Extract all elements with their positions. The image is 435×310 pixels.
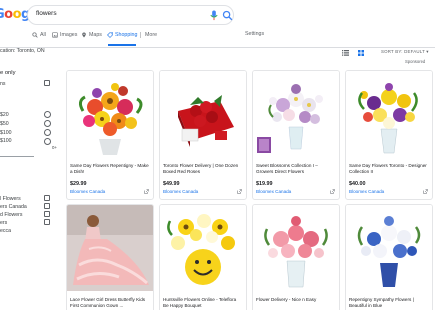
product-price: $49.99 (163, 181, 180, 187)
store-checkbox[interactable] (44, 203, 50, 209)
tab-images[interactable]: Images (52, 29, 77, 41)
product-title[interactable]: Toronto Flower Delivery | One Dozen Boxe… (163, 163, 243, 175)
product-image[interactable] (67, 205, 153, 291)
tab-more[interactable]: More (138, 29, 157, 41)
tab-shopping[interactable]: Shopping (107, 29, 137, 41)
location-label[interactable]: cation: Toronto, ON (0, 48, 45, 54)
price-radio[interactable] (44, 120, 51, 127)
product-price: $40.00 (349, 181, 366, 187)
filter-checkbox[interactable] (44, 80, 50, 86)
product-store[interactable]: Bloomex Canada (349, 189, 384, 194)
sort-dropdown[interactable]: SORT BY: DEFAULT ▾ (381, 49, 429, 55)
sponsored-label: Sponsored (405, 59, 426, 64)
product-title[interactable]: Sweet Blossoms Collection I – Growers Di… (256, 163, 336, 175)
product-title[interactable]: Same Day Flowers Repentigny - Make a Dis… (70, 163, 150, 175)
price-option-label: $20 (0, 112, 9, 118)
store-checkbox[interactable] (44, 211, 50, 217)
sort-label: SORT BY: DEFAULT (381, 49, 425, 54)
product-title[interactable]: Lace Flower Girl Dress Butterfly Kids Fi… (70, 297, 150, 309)
product-store[interactable]: Bloomex Canada (256, 189, 291, 194)
price-radio[interactable] (44, 129, 51, 136)
open-link-icon[interactable] (144, 189, 149, 194)
product-store[interactable]: Bloomex Canada (163, 189, 198, 194)
product-image[interactable] (160, 205, 246, 291)
product-card[interactable]: Toronto Flower Delivery | One Dozen Boxe… (159, 70, 247, 200)
price-option-label: $100 (0, 130, 12, 136)
product-image[interactable] (160, 71, 246, 157)
product-image[interactable] (346, 71, 432, 157)
store-label: ers Canada (0, 204, 27, 210)
store-label: d Flowers (0, 212, 23, 218)
open-link-icon[interactable] (423, 189, 428, 194)
header: Google flowers All Images Maps Shopping (0, 0, 435, 48)
product-card[interactable]: Flower Delivery - Nice n Easy (252, 204, 340, 310)
search-input[interactable]: flowers (36, 10, 57, 17)
tab-label: All (40, 32, 46, 38)
search-icon[interactable] (222, 10, 233, 21)
product-card[interactable]: Sweet Blossoms Collection I – Growers Di… (252, 70, 340, 200)
product-price: $29.99 (70, 181, 87, 187)
product-title[interactable]: Same Day Flowers Toronto - Designer Coll… (349, 163, 429, 175)
product-store[interactable]: Bloomex Canada (70, 189, 105, 194)
store-checkbox[interactable] (44, 195, 50, 201)
tab-maps[interactable]: Maps (81, 29, 102, 41)
open-link-icon[interactable] (237, 189, 242, 194)
active-tab-indicator (108, 44, 136, 46)
product-card[interactable]: Same Day Flowers Toronto - Designer Coll… (345, 70, 433, 200)
open-link-icon[interactable] (330, 189, 335, 194)
filter-sidebar: cation: Toronto, ON e only ns $20 $50 $1… (0, 48, 60, 310)
store-checkbox[interactable] (44, 219, 50, 225)
product-price: $19.99 (256, 181, 273, 187)
tab-label: Maps (89, 32, 102, 38)
list-view-icon[interactable] (342, 50, 349, 56)
tab-label: Images (60, 32, 78, 38)
store-label: ers (0, 220, 8, 226)
price-option-label: $100 (0, 138, 12, 144)
store-label: l Flowers (0, 196, 21, 202)
product-title[interactable]: Repentigny Sympathy Flowers | Beautiful … (349, 297, 429, 309)
product-grid: Same Day Flowers Repentigny - Make a Dis… (66, 70, 435, 310)
product-title[interactable]: Flower Delivery - Nice n Easy (256, 297, 336, 303)
tag-icon (107, 32, 113, 38)
settings-link[interactable]: Settings (245, 31, 264, 37)
product-image[interactable] (346, 205, 432, 291)
more-dots-icon (140, 32, 141, 38)
price-slider[interactable] (0, 156, 34, 157)
product-title[interactable]: Huntsville Flowers Online - Teleflora Be… (163, 297, 243, 309)
search-tabs: All Images Maps Shopping More Settings (30, 27, 435, 47)
product-card[interactable]: Huntsville Flowers Online - Teleflora Be… (159, 204, 247, 310)
map-pin-icon (82, 32, 86, 38)
product-card[interactable]: Lace Flower Girl Dress Butterfly Kids Fi… (66, 204, 154, 310)
price-option-label: $50 (0, 121, 9, 127)
tab-label: More (145, 32, 158, 38)
grid-view-icon[interactable] (358, 50, 364, 56)
search-icon (32, 32, 38, 38)
microphone-icon[interactable] (209, 10, 219, 21)
price-radio[interactable] (44, 111, 51, 118)
filter-heading: e only (0, 70, 16, 76)
product-card[interactable]: Same Day Flowers Repentigny - Make a Dis… (66, 70, 154, 200)
product-image[interactable] (253, 71, 339, 157)
image-icon (52, 32, 58, 38)
search-box[interactable]: flowers (27, 5, 234, 25)
store-label: ecca (0, 228, 11, 234)
product-image[interactable] (253, 205, 339, 291)
tab-label: Shopping (115, 32, 138, 38)
product-image[interactable] (67, 71, 153, 157)
price-radio[interactable] (44, 138, 51, 145)
tab-all[interactable]: All (32, 29, 46, 41)
filter-option-label: ns (0, 81, 6, 87)
chevron-down-icon: ▾ (426, 49, 429, 54)
product-card[interactable]: Repentigny Sympathy Flowers | Beautiful … (345, 204, 433, 310)
slider-max-label: 0+ (52, 145, 58, 150)
